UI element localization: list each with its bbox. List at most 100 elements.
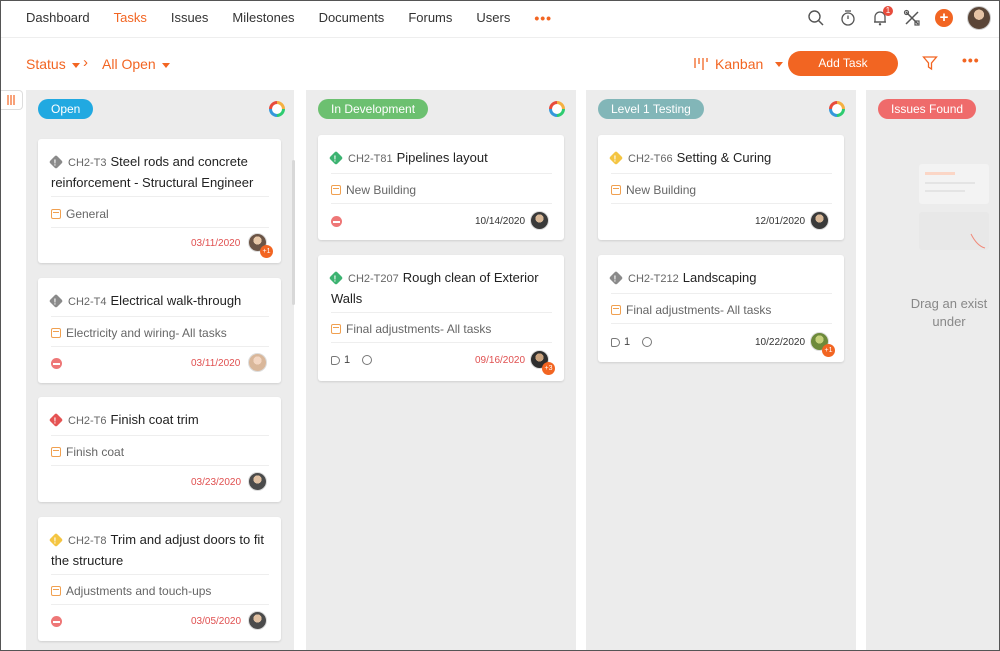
assignee-avatar[interactable] <box>810 211 829 230</box>
task-card[interactable]: CH2-T81Pipelines layout New Building 10/… <box>318 135 564 240</box>
quick-add-button[interactable]: + <box>935 9 953 27</box>
nav-users[interactable]: Users <box>464 1 522 35</box>
extra-assignees-badge[interactable]: +1 <box>260 245 273 258</box>
nav-documents[interactable]: Documents <box>307 1 397 35</box>
notification-badge: 1 <box>883 6 893 16</box>
tools-icon[interactable] <box>903 9 921 27</box>
column-title-in-development[interactable]: In Development <box>318 99 429 119</box>
task-card[interactable]: CH2-T6Finish coat trim Finish coat 03/23… <box>38 397 281 502</box>
task-card[interactable]: CH2-T3Steel rods and concrete reinforcem… <box>38 139 281 263</box>
calendar-icon <box>611 185 621 195</box>
column-title-level-1-testing[interactable]: Level 1 Testing <box>598 99 704 119</box>
nav-more-icon[interactable]: ••• <box>522 10 564 26</box>
task-card[interactable]: CH2-T4Electrical walk-through Electricit… <box>38 278 281 383</box>
nav-tasks[interactable]: Tasks <box>102 1 159 35</box>
extra-assignees-badge[interactable]: +1 <box>822 344 835 357</box>
search-icon[interactable] <box>807 9 825 27</box>
task-title: Pipelines layout <box>396 150 488 165</box>
nav-issues[interactable]: Issues <box>159 1 221 35</box>
assignee-avatar[interactable] <box>248 353 267 372</box>
task-list-label: New Building <box>611 183 696 197</box>
timer-icon[interactable] <box>362 355 373 365</box>
task-title: Electrical walk-through <box>110 293 242 308</box>
task-card[interactable]: CH2-T8Trim and adjust doors to fit the s… <box>38 517 281 641</box>
empty-column-message: Drag an exist under <box>910 296 988 329</box>
task-id: CH2-T8 <box>68 535 107 547</box>
chevron-right-icon: › <box>83 54 88 71</box>
task-id: CH2-T4 <box>68 296 107 308</box>
view-filter-dropdown[interactable]: All Open <box>102 56 170 72</box>
calendar-icon <box>51 209 61 219</box>
extra-assignees-badge[interactable]: +3 <box>542 362 555 375</box>
priority-icon <box>608 270 624 286</box>
timer-icon[interactable] <box>642 337 653 347</box>
status-minus-icon <box>331 216 342 227</box>
task-meta: 1 <box>331 354 373 366</box>
timer-icon[interactable] <box>839 9 857 27</box>
column-in-development: In Development CH2-T81Pipelines layout N… <box>306 90 576 650</box>
calendar-icon <box>331 185 341 195</box>
nav-forums[interactable]: Forums <box>396 1 464 35</box>
due-date: 12/01/2020 <box>755 216 806 227</box>
calendar-icon <box>51 586 61 596</box>
status-minus-icon <box>51 358 62 369</box>
nav-dashboard[interactable]: Dashboard <box>1 1 102 35</box>
due-date: 09/16/2020 <box>475 355 526 366</box>
task-id: CH2-T3 <box>68 157 107 169</box>
app-window: Dashboard Tasks Issues Milestones Docume… <box>0 0 1000 651</box>
filter-icon[interactable] <box>922 55 938 76</box>
more-options-icon[interactable]: ••• <box>962 52 980 68</box>
task-card[interactable]: CH2-T66Setting & Curing New Building 12/… <box>598 135 844 240</box>
column-scrollbar[interactable] <box>292 160 295 305</box>
task-id: CH2-T6 <box>68 415 107 427</box>
task-title: Landscaping <box>682 270 757 285</box>
priority-icon <box>48 154 64 170</box>
task-title: Setting & Curing <box>676 150 772 165</box>
due-date: 10/22/2020 <box>755 337 806 348</box>
column-progress-icon[interactable] <box>269 101 285 117</box>
status-dropdown[interactable]: Status <box>26 56 80 72</box>
user-avatar[interactable] <box>967 6 991 30</box>
bell-icon[interactable]: 1 <box>871 6 893 27</box>
task-list-label: New Building <box>331 183 416 197</box>
due-date: 03/05/2020 <box>191 616 242 627</box>
column-title-open[interactable]: Open <box>38 99 94 119</box>
task-id: CH2-T81 <box>348 153 393 165</box>
task-meta: 1 <box>611 336 653 348</box>
task-list-label: Adjustments and touch-ups <box>51 584 211 598</box>
chevron-down-icon <box>71 62 80 68</box>
kanban-icon <box>694 58 708 70</box>
nav-milestones[interactable]: Milestones <box>220 1 306 35</box>
due-date: 03/11/2020 <box>191 358 241 369</box>
column-progress-icon[interactable] <box>829 101 845 117</box>
task-list-label: Electricity and wiring- All tasks <box>51 326 227 340</box>
calendar-icon <box>51 447 61 457</box>
kanban-board: Open CH2-T3Steel rods and concrete reinf… <box>1 90 999 650</box>
task-list-label: Final adjustments- All tasks <box>331 322 491 336</box>
priority-icon <box>608 150 624 166</box>
layout-dropdown[interactable]: Kanban <box>693 56 784 72</box>
task-list-label: Final adjustments- All tasks <box>611 303 771 317</box>
column-progress-icon[interactable] <box>549 101 565 117</box>
column-title-issues-found[interactable]: Issues Found <box>878 99 977 119</box>
calendar-icon <box>331 324 341 334</box>
task-id: CH2-T66 <box>628 153 673 165</box>
priority-icon <box>328 150 344 166</box>
sidebar-toggle-button[interactable] <box>1 90 23 110</box>
task-card[interactable]: CH2-T212Landscaping Final adjustments- A… <box>598 255 844 362</box>
assignee-avatar[interactable] <box>248 611 267 630</box>
assignee-avatar[interactable] <box>530 211 549 230</box>
priority-icon <box>48 293 64 309</box>
assignee-avatar[interactable] <box>248 472 267 491</box>
task-card[interactable]: CH2-T207Rough clean of Exterior Walls Fi… <box>318 255 564 381</box>
tag-icon[interactable] <box>611 337 620 347</box>
column-open: Open CH2-T3Steel rods and concrete reinf… <box>26 90 295 650</box>
column-level-1-testing: Level 1 Testing CH2-T66Setting & Curing … <box>586 90 856 650</box>
tag-icon[interactable] <box>331 355 340 365</box>
priority-icon <box>48 532 64 548</box>
task-list-label: Finish coat <box>51 445 124 459</box>
top-nav: Dashboard Tasks Issues Milestones Docume… <box>1 1 999 35</box>
task-title: Finish coat trim <box>110 412 199 427</box>
add-task-button[interactable]: Add Task <box>788 51 898 76</box>
priority-icon <box>328 270 344 286</box>
